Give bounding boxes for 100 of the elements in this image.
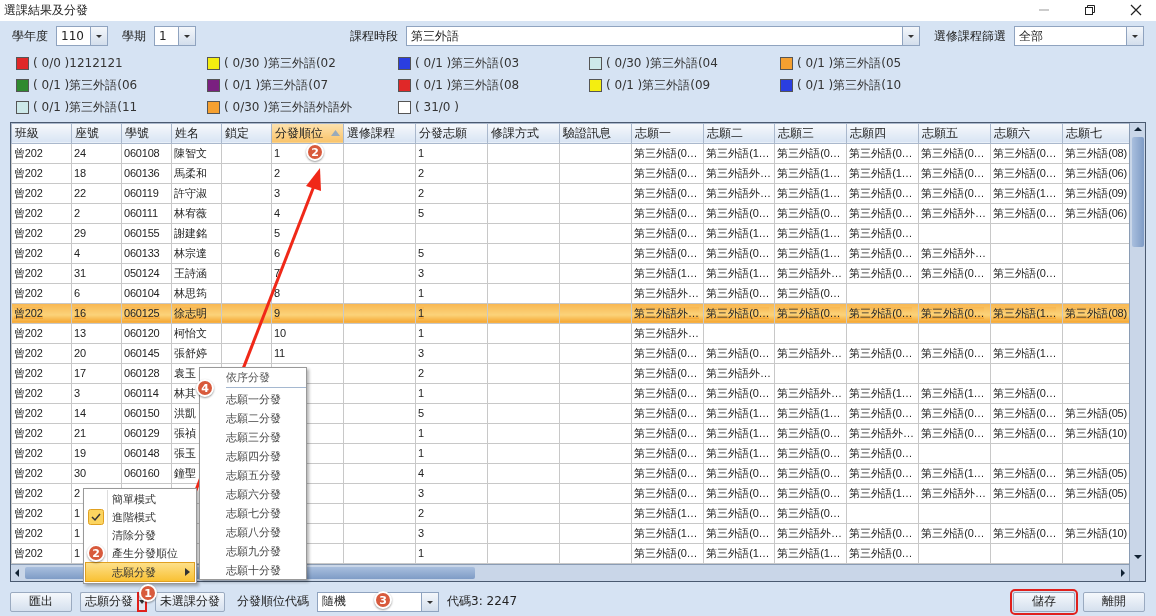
table-cell: 曾202	[14, 506, 43, 519]
table-cell: 060111	[124, 207, 158, 220]
table-cell: 第三外語(06)	[1065, 206, 1127, 219]
table-cell: 林思筠	[174, 286, 207, 299]
table-cell: 2	[418, 507, 424, 520]
table-cell: 1	[74, 527, 80, 540]
table-cell: 18	[74, 167, 86, 180]
legend-label: ( 0/1 )第三外語(03	[415, 54, 520, 72]
table-cell: 第三外語(1…	[993, 346, 1057, 359]
table-cell: 第三外語(0…	[777, 426, 841, 439]
table-cell: 4	[418, 467, 424, 480]
table-cell: 060136	[124, 167, 160, 180]
table-cell: 第三外語(1…	[706, 446, 770, 459]
table-cell: 曾202	[14, 166, 43, 179]
legend-label: ( 0/30 )第三外語外語外	[224, 98, 352, 116]
table-cell: 第三外語(1…	[634, 266, 698, 279]
legend-label: ( 0/1 )第三外語(07	[224, 76, 329, 94]
order-code-label: 分發順位代碼	[237, 593, 309, 611]
table-cell: 1	[418, 307, 424, 320]
table-cell: 第三外語(0…	[634, 546, 698, 559]
table-cell: 曾202	[14, 526, 43, 539]
table-cell: 第三外語(0…	[634, 206, 698, 219]
table-cell: 5	[418, 247, 424, 260]
table-cell: 24	[74, 147, 86, 160]
table-cell: 曾202	[14, 206, 43, 219]
table-cell: 第三外語(0…	[777, 506, 841, 519]
table-cell: 060148	[124, 447, 160, 460]
table-cell: 060104	[124, 287, 160, 300]
table-cell: 050124	[124, 267, 160, 280]
table-cell: 6	[74, 287, 80, 300]
table-cell: 060114	[124, 387, 159, 400]
table-cell: 第三外語(0…	[634, 426, 698, 439]
table-cell: 袁玉	[174, 366, 196, 379]
table-cell: 1	[418, 327, 424, 340]
table-cell: 第三外語(0…	[993, 146, 1057, 159]
table-cell: 1	[74, 507, 80, 520]
table-cell: 第三外語(0…	[993, 166, 1057, 179]
table-cell: 第三外語(0…	[993, 386, 1057, 399]
table-cell: 第三外語(0…	[777, 146, 841, 159]
table-cell: 第三外語(0…	[849, 146, 913, 159]
table-cell: 第三外語(0…	[634, 346, 698, 359]
table-cell: 第三外語外…	[634, 326, 699, 339]
table-cell: 第三外語(1…	[777, 226, 841, 239]
table-cell: 第三外語(0…	[921, 186, 985, 199]
table-cell: 曾202	[14, 486, 43, 499]
table-cell: 第三外語(0…	[849, 206, 913, 219]
table-cell: 17	[74, 367, 86, 380]
table-cell: 曾202	[14, 346, 43, 359]
table-cell: 曾202	[14, 326, 43, 339]
table-cell: 第三外語(0…	[921, 426, 985, 439]
table-cell: 曾202	[14, 266, 43, 279]
table-cell: 第三外語外…	[921, 486, 986, 499]
table-cell: 張舒婷	[174, 346, 207, 359]
table-cell: 第三外語(0…	[634, 186, 698, 199]
table-cell: 第三外語(1…	[706, 426, 770, 439]
menu-header: 依序分發	[226, 369, 306, 388]
table-cell: 第三外語(0…	[849, 246, 913, 259]
table-cell: 第三外語(0…	[706, 466, 770, 479]
table-cell: 第三外語外…	[777, 386, 842, 399]
table-cell: 29	[74, 227, 86, 240]
table-cell: 第三外語(0…	[993, 206, 1057, 219]
table-cell: 4	[274, 207, 280, 220]
table-cell: 第三外語(0…	[921, 266, 985, 279]
table-cell: 第三外語(0…	[777, 306, 841, 319]
table-cell: 謝建銘	[174, 226, 207, 239]
table-cell: 張玉	[174, 446, 196, 459]
table-cell: 2	[274, 167, 280, 180]
filter-label: 學期	[122, 27, 146, 45]
step-badge: 1	[139, 584, 157, 602]
table-cell: 第三外語(0…	[993, 466, 1057, 479]
table-cell: 1	[418, 387, 424, 400]
table-cell: 20	[74, 347, 86, 360]
table-cell: 第三外語(1…	[634, 526, 698, 539]
table-cell: 3	[418, 267, 424, 280]
table-cell: 第三外語(0…	[634, 486, 698, 499]
table-cell: 1	[418, 447, 424, 460]
table-cell: 第三外語(1…	[706, 266, 770, 279]
table-cell: 曾202	[14, 286, 43, 299]
table-cell: 第三外語(1…	[777, 246, 841, 259]
table-cell: 第三外語(0…	[921, 526, 985, 539]
table-cell: 第三外語外…	[849, 426, 914, 439]
table-cell: 第三外語(0…	[993, 266, 1057, 279]
table-cell: 3	[74, 387, 80, 400]
legend-label: ( 31/0 )	[415, 100, 459, 115]
legend-label: ( 0/1 )第三外語(06	[33, 76, 138, 94]
table-cell: 曾202	[14, 186, 43, 199]
table-cell: 曾202	[14, 366, 43, 379]
table-cell: 第三外語(0…	[849, 346, 913, 359]
filter-label: 學年度	[12, 27, 48, 45]
table-cell: 第三外語外…	[921, 206, 986, 219]
legend-label: ( 0/30 )第三外語(04	[606, 54, 718, 72]
legend-label: ( 0/0 )1212121	[33, 56, 123, 71]
window-title: 選課結果及分發	[4, 1, 88, 19]
table-cell: 060133	[124, 247, 160, 260]
table-cell: 第三外語(0…	[777, 286, 841, 299]
table-cell: 第三外語(0…	[993, 426, 1057, 439]
legend-label: ( 0/30 )第三外語(02	[224, 54, 336, 72]
table-cell: 曾202	[14, 466, 43, 479]
table-cell: 第三外語(0…	[777, 446, 841, 459]
table-cell: 060145	[124, 347, 160, 360]
